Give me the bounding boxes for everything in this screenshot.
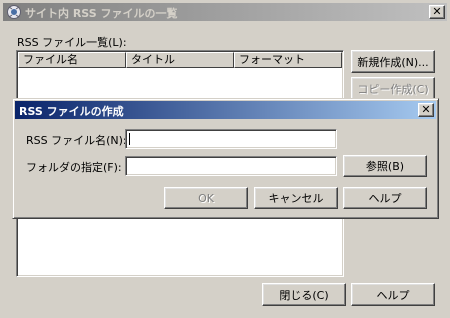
main-help-button-label: ヘルプ [376, 288, 410, 302]
column-title[interactable]: タイトル [126, 52, 234, 68]
close-button[interactable]: 閉じる(C) [262, 283, 346, 306]
dialog-close-button[interactable]: ✕ [418, 103, 434, 117]
ok-button-label: OK [198, 191, 214, 205]
create-rss-dialog: RSS ファイルの作成 ✕ RSS ファイル名(N): フォルダの指定(F): … [12, 98, 439, 219]
copy-button-label: コピー作成(C) [357, 82, 429, 96]
ok-button[interactable]: OK [164, 187, 248, 209]
rss-app-icon [7, 5, 21, 19]
main-titlebar: サイト内 RSS ファイルの一覧 ✕ [3, 3, 447, 21]
rss-list-label: RSS ファイル一覧(L): [17, 36, 127, 49]
main-close-button[interactable]: ✕ [429, 5, 445, 19]
rss-filename-label: RSS ファイル名(N): [26, 134, 127, 147]
browse-button-label: 参照(B) [365, 160, 405, 173]
new-button-label: 新規作成(N)... [357, 55, 429, 69]
folder-label: フォルダの指定(F): [26, 161, 122, 174]
cancel-button[interactable]: キャンセル [254, 187, 338, 209]
main-help-button[interactable]: ヘルプ [351, 283, 435, 306]
close-button-label: 閉じる(C) [279, 288, 329, 302]
dialog-help-button[interactable]: ヘルプ [343, 187, 427, 209]
close-icon: ✕ [432, 5, 442, 18]
rss-filename-input[interactable] [125, 129, 337, 149]
copy-button[interactable]: コピー作成(C) [351, 77, 435, 100]
column-format[interactable]: フォーマット [234, 52, 342, 68]
list-header: ファイル名 タイトル フォーマット [18, 52, 342, 68]
close-icon: ✕ [421, 103, 431, 116]
main-window-title: サイト内 RSS ファイルの一覧 [25, 7, 178, 20]
dialog-help-button-label: ヘルプ [368, 192, 402, 205]
new-button[interactable]: 新規作成(N)... [351, 50, 435, 73]
text-caret [129, 133, 130, 145]
cancel-button-label: キャンセル [268, 192, 324, 205]
browse-button[interactable]: 参照(B) [343, 155, 427, 177]
column-filename[interactable]: ファイル名 [18, 52, 126, 68]
dialog-title: RSS ファイルの作成 [19, 105, 124, 118]
folder-input[interactable] [125, 156, 337, 176]
dialog-titlebar: RSS ファイルの作成 ✕ [15, 101, 436, 119]
